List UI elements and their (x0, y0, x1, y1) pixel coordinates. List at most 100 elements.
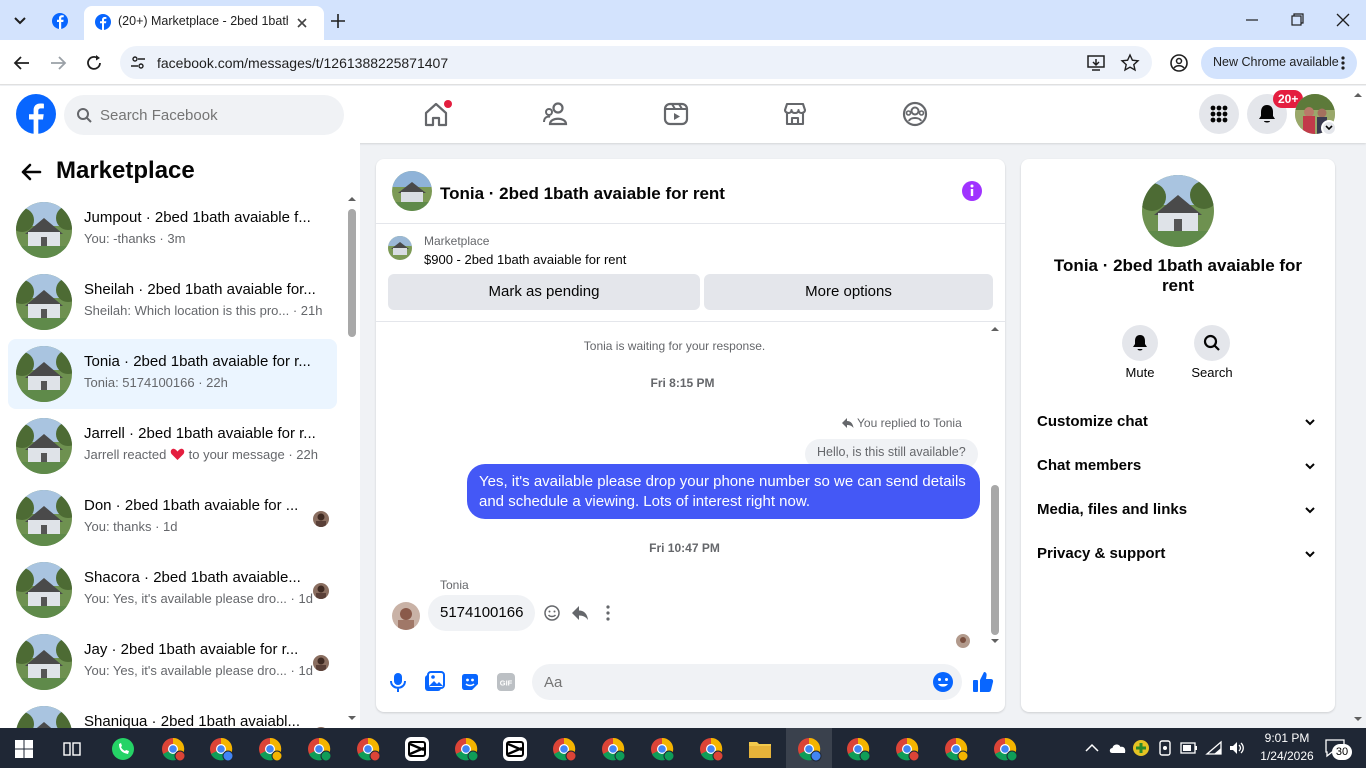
sticker-icon[interactable] (459, 671, 481, 693)
chrome-profile-icon[interactable] (453, 736, 479, 762)
scroll-down-icon[interactable] (348, 714, 356, 722)
whatsapp-icon[interactable] (110, 736, 136, 762)
notification-center[interactable]: 30 (1324, 738, 1352, 760)
conversation-item[interactable]: Tonia · 2bed 1bath avaiable for r... Toni… (8, 339, 337, 409)
chat-scrollbar[interactable] (990, 325, 1000, 647)
emoji-icon[interactable] (932, 671, 954, 693)
onedrive-icon[interactable] (1108, 739, 1128, 757)
mute-button[interactable] (1122, 325, 1158, 361)
tab-marketplace[interactable]: (20+) Marketplace - 2bed 1bath (84, 6, 324, 40)
address-bar[interactable]: facebook.com/messages/t/1261388225871407 (120, 46, 1152, 79)
back-arrow-icon[interactable] (20, 161, 42, 183)
bookmark-star-icon[interactable] (1120, 53, 1140, 73)
marketplace-icon[interactable] (781, 100, 809, 128)
facebook-logo-icon[interactable] (16, 94, 56, 134)
nav-home[interactable] (422, 100, 452, 128)
chat-header-avatar[interactable] (392, 171, 432, 211)
microphone-icon[interactable] (388, 671, 408, 693)
video-icon[interactable] (662, 100, 690, 128)
show-hidden-icons-icon[interactable] (1085, 742, 1099, 754)
info-section-media-files-and-links[interactable]: Media, files and links (1037, 499, 1319, 529)
close-tab-icon[interactable] (295, 16, 309, 30)
chrome-icon[interactable] (257, 736, 283, 762)
chrome-profile-icon[interactable] (600, 736, 626, 762)
photo-icon[interactable] (423, 671, 445, 693)
restore-icon[interactable] (1289, 12, 1305, 28)
volume-icon[interactable] (1228, 740, 1246, 756)
search-facebook-box[interactable] (64, 95, 344, 135)
minimize-icon[interactable] (1244, 12, 1260, 28)
groups-icon[interactable] (901, 100, 929, 128)
incoming-message-bubble[interactable]: 5174100166 (428, 595, 536, 631)
more-options-button[interactable]: More options (704, 274, 993, 310)
message-input[interactable] (544, 672, 904, 692)
scroll-down-icon[interactable] (991, 637, 999, 645)
new-tab-icon[interactable] (329, 12, 347, 30)
page-scroll-up-icon[interactable] (1353, 90, 1363, 100)
capcut-icon[interactable] (404, 736, 430, 762)
file-explorer-icon[interactable] (747, 736, 773, 762)
windows-start-icon[interactable] (15, 740, 33, 758)
account-dropdown[interactable] (1321, 120, 1337, 136)
chrome-profile-icon[interactable] (551, 736, 577, 762)
outgoing-message-bubble[interactable]: Yes, it's available please drop your pho… (467, 464, 980, 519)
chat-title[interactable]: Tonia · 2bed 1bath avaiable for rent (440, 184, 725, 204)
capcut-icon[interactable] (502, 736, 528, 762)
sidebar-scroll-thumb[interactable] (348, 209, 356, 337)
chat-scroll-thumb[interactable] (991, 485, 999, 635)
device-icon[interactable] (1158, 740, 1172, 756)
menu-button[interactable] (1199, 94, 1239, 134)
chrome-profile-icon[interactable] (943, 736, 969, 762)
tray-app-icon[interactable] (1132, 739, 1150, 757)
info-section-customize-chat[interactable]: Customize chat (1037, 411, 1319, 441)
site-info-icon[interactable] (129, 54, 147, 72)
battery-icon[interactable] (1180, 741, 1198, 755)
chrome-profile-icon[interactable] (698, 736, 724, 762)
new-chrome-available-button[interactable]: New Chrome available (1201, 47, 1357, 79)
chrome-profile-icon[interactable] (208, 736, 234, 762)
reload-icon[interactable] (84, 53, 104, 73)
page-scroll-down-icon[interactable] (1353, 714, 1363, 724)
install-app-icon[interactable] (1086, 53, 1106, 73)
listing-text[interactable]: $900 - 2bed 1bath avaiable for rent (424, 252, 626, 267)
message-composer[interactable] (532, 664, 962, 700)
scroll-up-icon[interactable] (348, 195, 356, 203)
task-view-icon[interactable] (62, 739, 82, 759)
info-section-chat-members[interactable]: Chat members (1037, 455, 1319, 485)
chrome-profile-icon[interactable] (992, 736, 1018, 762)
close-window-icon[interactable] (1335, 12, 1351, 28)
info-avatar[interactable] (1142, 175, 1214, 247)
conversation-item[interactable]: Shacora · 2bed 1bath avaiable... You: Yes… (8, 555, 337, 625)
tab-search-button[interactable] (8, 8, 32, 32)
search-in-chat-button[interactable] (1194, 325, 1230, 361)
conversation-item[interactable]: Shaniqua · 2bed 1bath avaiabl... (8, 699, 337, 728)
clock-time[interactable]: 9:01 PM (1252, 731, 1322, 745)
conversation-item[interactable]: Don · 2bed 1bath avaiable for ... You: th… (8, 483, 337, 553)
chrome-profile-icon[interactable] (894, 736, 920, 762)
mark-as-pending-button[interactable]: Mark as pending (388, 274, 700, 310)
friends-icon[interactable] (542, 100, 570, 128)
chrome-profile-icon[interactable] (160, 736, 186, 762)
pinned-facebook-tab[interactable] (48, 9, 72, 33)
sidebar-scrollbar[interactable] (347, 195, 357, 728)
sender-avatar[interactable] (392, 602, 420, 630)
chrome-profile-icon[interactable] (355, 736, 381, 762)
conversation-item[interactable]: Jumpout · 2bed 1bath avaiable f... You: -… (8, 195, 337, 265)
more-actions-icon[interactable] (604, 604, 612, 622)
forward-icon[interactable] (48, 53, 68, 73)
conversation-item[interactable]: Jarrell · 2bed 1bath avaiable for r... Ja… (8, 411, 337, 481)
chrome-profile-icon[interactable] (306, 736, 332, 762)
chrome-profile-icon[interactable] (845, 736, 871, 762)
chrome-profile-icon[interactable] (649, 736, 675, 762)
reply-icon[interactable] (570, 603, 590, 623)
info-icon[interactable] (961, 180, 983, 202)
conversation-item[interactable]: Sheilah · 2bed 1bath avaiable for... Shei… (8, 267, 337, 337)
react-smiley-icon[interactable] (543, 604, 561, 622)
conversation-item[interactable]: Jay · 2bed 1bath avaiable for r... You: Y… (8, 627, 337, 697)
back-icon[interactable] (12, 53, 32, 73)
search-input[interactable] (100, 104, 330, 126)
gif-icon[interactable]: GIF (496, 672, 516, 692)
clock-date[interactable]: 1/24/2026 (1252, 749, 1322, 763)
chrome-profile-icon[interactable] (796, 736, 822, 762)
profile-icon[interactable] (1169, 53, 1189, 73)
